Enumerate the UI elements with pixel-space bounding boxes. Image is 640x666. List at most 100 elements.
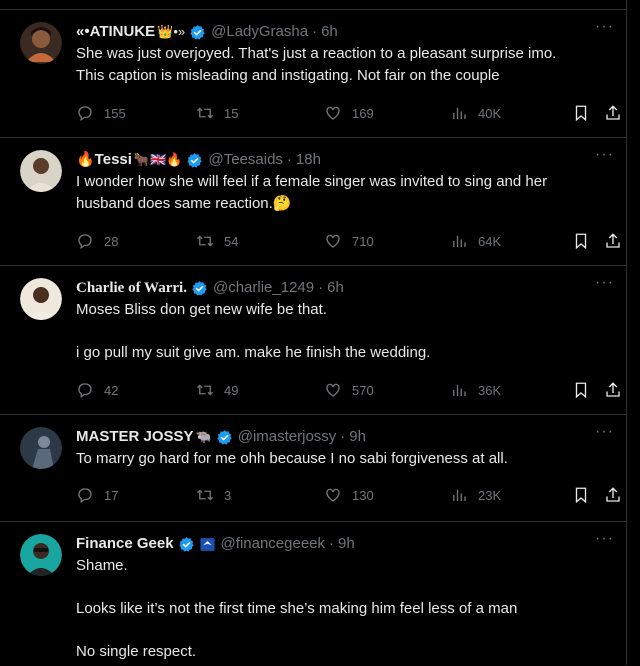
like-button[interactable]: 130 bbox=[324, 486, 374, 504]
tweet-header: 🔥Tessi 🐂🇬🇧🔥 @Teesaids · 18h bbox=[76, 149, 321, 171]
reply-icon bbox=[78, 106, 92, 122]
action-bar: 28 54 710 64K bbox=[76, 232, 626, 254]
reply-button[interactable]: 155 bbox=[76, 104, 126, 122]
handle[interactable]: @LadyGrasha bbox=[211, 21, 308, 43]
verified-icon bbox=[217, 429, 232, 445]
verified-icon bbox=[192, 280, 207, 296]
timestamp[interactable]: 6h bbox=[321, 21, 338, 43]
timestamp[interactable]: 9h bbox=[349, 426, 366, 448]
tweet-text: Moses Bliss don get new wife be that. i … bbox=[76, 299, 616, 364]
like-icon bbox=[326, 234, 340, 248]
share-button[interactable] bbox=[604, 232, 622, 250]
views-button[interactable]: 23K bbox=[450, 486, 501, 504]
more-icon[interactable]: ··· bbox=[595, 423, 614, 441]
views-button[interactable]: 36K bbox=[450, 381, 501, 399]
separator: · bbox=[340, 428, 346, 445]
retweet-icon bbox=[197, 384, 213, 396]
avatar[interactable] bbox=[20, 427, 62, 469]
avatar[interactable] bbox=[20, 534, 62, 576]
like-button[interactable]: 710 bbox=[324, 232, 374, 250]
handle[interactable]: @Teesaids bbox=[208, 149, 282, 171]
views-count: 64K bbox=[478, 233, 502, 249]
reply-button[interactable]: 17 bbox=[76, 486, 118, 504]
share-button[interactable] bbox=[604, 381, 622, 399]
more-icon[interactable]: ··· bbox=[595, 530, 614, 548]
action-bar: 42 49 570 36K bbox=[76, 381, 626, 403]
text-line: This caption is misleading and instigati… bbox=[76, 67, 500, 84]
bookmark-icon bbox=[575, 382, 587, 399]
name-suffix: 🐂🇬🇧🔥 bbox=[133, 152, 183, 167]
like-button[interactable]: 570 bbox=[324, 381, 374, 399]
verified-icon bbox=[187, 152, 203, 168]
tweet-text: Shame. Looks like it’s not the first tim… bbox=[76, 555, 616, 663]
avatar[interactable] bbox=[20, 278, 62, 320]
like-button[interactable]: 169 bbox=[324, 104, 374, 122]
retweet-button[interactable]: 15 bbox=[196, 104, 238, 122]
display-name[interactable]: Charlie of Warri. bbox=[76, 277, 187, 299]
tweet-text: To marry go hard for me ohh because I no… bbox=[76, 448, 616, 470]
timestamp[interactable]: 9h bbox=[338, 533, 355, 555]
reply-button[interactable]: 28 bbox=[76, 232, 118, 250]
like-icon bbox=[326, 106, 340, 120]
retweet-button[interactable]: 49 bbox=[196, 381, 238, 399]
like-count: 570 bbox=[352, 382, 374, 398]
timestamp[interactable]: 6h bbox=[327, 277, 344, 299]
views-icon bbox=[453, 107, 466, 119]
retweet-button[interactable]: 54 bbox=[196, 232, 238, 250]
share-button[interactable] bbox=[604, 104, 622, 122]
text-line: I wonder how she will feel if a female s… bbox=[76, 173, 548, 190]
timestamp[interactable]: 18h bbox=[296, 149, 321, 171]
tweet[interactable]: MASTER JOSSY 🐃 @imasterjossy · 9h ··· To… bbox=[0, 414, 626, 521]
views-count: 36K bbox=[478, 382, 502, 398]
tweet-header: «•ATINUKE 👑•» @LadyGrasha · 6h bbox=[76, 21, 338, 43]
share-icon bbox=[606, 487, 620, 502]
handle[interactable]: @financegeeek bbox=[221, 533, 325, 555]
display-name[interactable]: «•ATINUKE bbox=[76, 21, 155, 43]
views-count: 40K bbox=[478, 105, 502, 121]
reply-icon bbox=[78, 234, 92, 250]
text-line: Shame. bbox=[76, 557, 128, 574]
retweet-button[interactable]: 3 bbox=[196, 486, 231, 504]
retweet-count: 3 bbox=[224, 487, 232, 503]
retweet-count: 54 bbox=[224, 233, 239, 249]
tweet[interactable]: Charlie of Warri. @charlie_1249 · 6h ···… bbox=[0, 265, 626, 414]
retweet-icon bbox=[197, 489, 213, 501]
text-line: i go pull my suit give am. make he finis… bbox=[76, 344, 431, 361]
like-count: 169 bbox=[352, 105, 374, 121]
display-name[interactable]: MASTER JOSSY bbox=[76, 426, 194, 448]
more-icon[interactable]: ··· bbox=[595, 146, 614, 164]
reply-count: 28 bbox=[104, 233, 119, 249]
bookmark-button[interactable] bbox=[572, 381, 590, 399]
tweet[interactable]: «•ATINUKE 👑•» @LadyGrasha · 6h ··· She w… bbox=[0, 9, 626, 136]
avatar[interactable] bbox=[20, 150, 62, 192]
display-name[interactable]: Finance Geek bbox=[76, 533, 174, 555]
reply-button[interactable]: 42 bbox=[76, 381, 118, 399]
tweet[interactable]: 🔥Tessi 🐂🇬🇧🔥 @Teesaids · 18h ··· I wonder… bbox=[0, 137, 626, 265]
separator: · bbox=[329, 535, 335, 552]
separator: · bbox=[312, 23, 318, 40]
action-bar: 155 15 169 40K bbox=[76, 104, 626, 126]
separator: · bbox=[286, 151, 292, 168]
views-button[interactable]: 40K bbox=[450, 104, 501, 122]
handle[interactable]: @imasterjossy bbox=[238, 426, 337, 448]
name-suffix: 👑•» bbox=[157, 24, 186, 39]
reply-count: 17 bbox=[104, 487, 119, 503]
views-count: 23K bbox=[478, 487, 502, 503]
action-bar: 17 3 130 23K bbox=[76, 486, 626, 508]
more-icon[interactable]: ··· bbox=[595, 18, 614, 36]
column-divider bbox=[626, 0, 627, 665]
avatar[interactable] bbox=[20, 22, 62, 64]
tweet[interactable]: Finance Geek @financegeeek · 9h ··· Sham… bbox=[0, 521, 626, 666]
reply-icon bbox=[78, 488, 92, 504]
bookmark-button[interactable] bbox=[572, 104, 590, 122]
bookmark-button[interactable] bbox=[572, 232, 590, 250]
tweet-header: MASTER JOSSY 🐃 @imasterjossy · 9h bbox=[76, 426, 366, 448]
views-button[interactable]: 64K bbox=[450, 232, 501, 250]
bookmark-button[interactable] bbox=[572, 486, 590, 504]
bookmark-icon bbox=[575, 233, 587, 250]
share-button[interactable] bbox=[604, 486, 622, 504]
display-name[interactable]: 🔥Tessi bbox=[76, 149, 132, 171]
like-count: 130 bbox=[352, 487, 374, 503]
handle[interactable]: @charlie_1249 bbox=[213, 277, 314, 299]
more-icon[interactable]: ··· bbox=[595, 274, 614, 292]
